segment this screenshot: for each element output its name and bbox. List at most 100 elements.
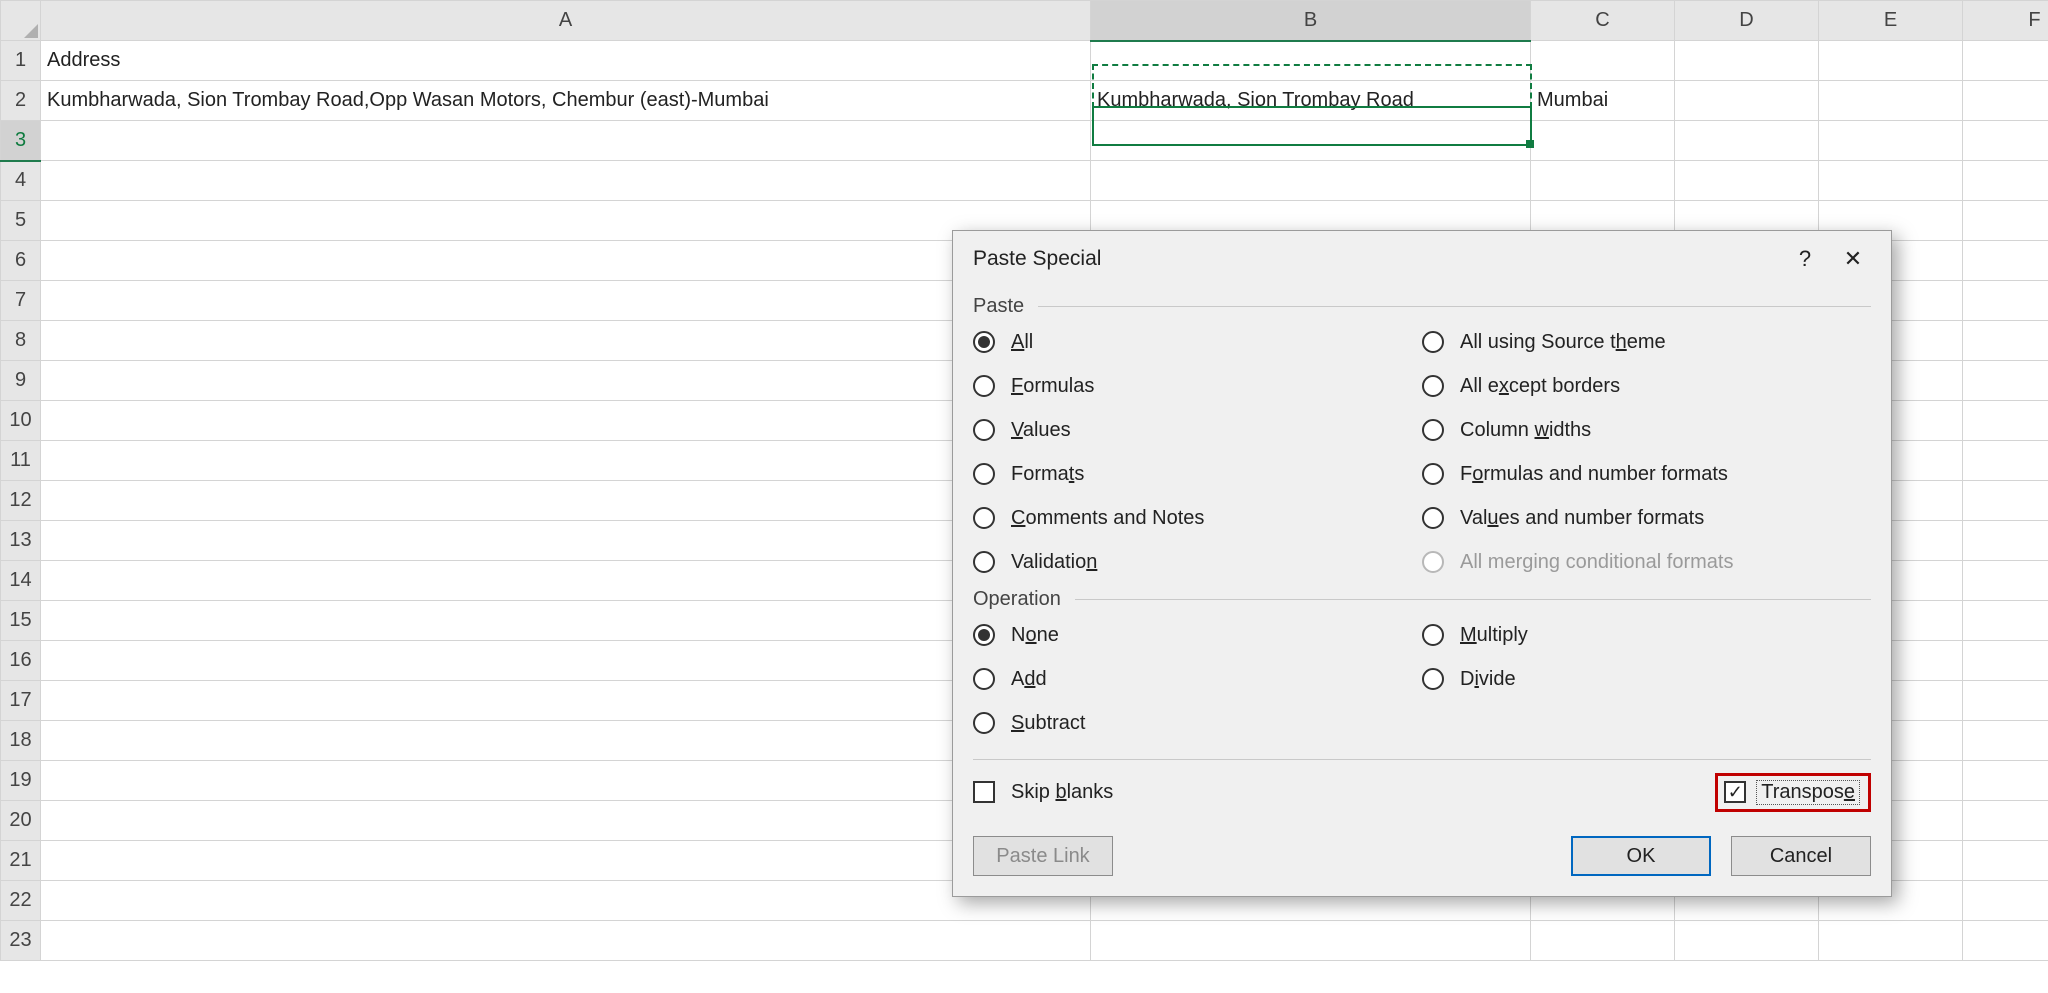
radio-values[interactable]: Values — [973, 408, 1422, 452]
row-header-1[interactable]: 1 — [1, 41, 41, 81]
cell-A22[interactable] — [41, 881, 1091, 921]
row-header-20[interactable]: 20 — [1, 801, 41, 841]
cell-D2[interactable] — [1675, 81, 1819, 121]
cell-E23[interactable] — [1819, 921, 1963, 961]
cell-A11[interactable] — [41, 441, 1091, 481]
cell-D3[interactable] — [1675, 121, 1819, 161]
radio-comments[interactable]: Comments and Notes — [973, 496, 1422, 540]
cell-F11[interactable] — [1963, 441, 2048, 481]
radio-sub[interactable]: Subtract — [973, 701, 1422, 745]
cell-A16[interactable] — [41, 641, 1091, 681]
radio-colwidths[interactable]: Column widths — [1422, 408, 1871, 452]
cell-C1[interactable] — [1531, 41, 1675, 81]
radio-all[interactable]: All — [973, 320, 1422, 364]
cell-F3[interactable] — [1963, 121, 2048, 161]
row-header-6[interactable]: 6 — [1, 241, 41, 281]
radio-div[interactable]: Divide — [1422, 657, 1871, 701]
close-icon[interactable]: ✕ — [1829, 246, 1877, 272]
row-header-16[interactable]: 16 — [1, 641, 41, 681]
cell-D23[interactable] — [1675, 921, 1819, 961]
radio-valnum[interactable]: Values and number formats — [1422, 496, 1871, 540]
cell-F23[interactable] — [1963, 921, 2048, 961]
ok-button[interactable]: OK — [1571, 836, 1711, 876]
cell-A23[interactable] — [41, 921, 1091, 961]
cell-A2[interactable]: Kumbharwada, Sion Trombay Road,Opp Wasan… — [41, 81, 1091, 121]
row-header-18[interactable]: 18 — [1, 721, 41, 761]
cell-C3[interactable] — [1531, 121, 1675, 161]
cell-B4[interactable] — [1091, 161, 1531, 201]
cell-A18[interactable] — [41, 721, 1091, 761]
col-header-F[interactable]: F — [1963, 1, 2048, 41]
cell-F19[interactable] — [1963, 761, 2048, 801]
cell-D1[interactable] — [1675, 41, 1819, 81]
cell-F8[interactable] — [1963, 321, 2048, 361]
cell-E4[interactable] — [1819, 161, 1963, 201]
row-header-23[interactable]: 23 — [1, 921, 41, 961]
cell-E1[interactable] — [1819, 41, 1963, 81]
select-all-corner[interactable] — [1, 1, 41, 41]
cell-B1[interactable] — [1091, 41, 1531, 81]
row-header-10[interactable]: 10 — [1, 401, 41, 441]
radio-add[interactable]: Add — [973, 657, 1422, 701]
cell-A7[interactable] — [41, 281, 1091, 321]
cell-E3[interactable] — [1819, 121, 1963, 161]
cell-A19[interactable] — [41, 761, 1091, 801]
cell-C2[interactable]: Mumbai — [1531, 81, 1675, 121]
radio-formnum[interactable]: Formulas and number formats — [1422, 452, 1871, 496]
col-header-D[interactable]: D — [1675, 1, 1819, 41]
radio-formats[interactable]: Formats — [973, 452, 1422, 496]
skip-blanks-checkbox[interactable]: Skip blanks — [973, 770, 1113, 814]
radio-mul[interactable]: Multiply — [1422, 613, 1871, 657]
radio-noborders[interactable]: All except borders — [1422, 364, 1871, 408]
cell-A5[interactable] — [41, 201, 1091, 241]
transpose-checkbox[interactable]: Transpose — [1715, 773, 1871, 812]
cell-A14[interactable] — [41, 561, 1091, 601]
row-header-12[interactable]: 12 — [1, 481, 41, 521]
cell-F14[interactable] — [1963, 561, 2048, 601]
row-header-2[interactable]: 2 — [1, 81, 41, 121]
cell-A12[interactable] — [41, 481, 1091, 521]
cell-B23[interactable] — [1091, 921, 1531, 961]
cell-F21[interactable] — [1963, 841, 2048, 881]
cell-A15[interactable] — [41, 601, 1091, 641]
cell-F18[interactable] — [1963, 721, 2048, 761]
radio-none[interactable]: None — [973, 613, 1422, 657]
cell-D4[interactable] — [1675, 161, 1819, 201]
row-header-9[interactable]: 9 — [1, 361, 41, 401]
cell-E2[interactable] — [1819, 81, 1963, 121]
cell-F5[interactable] — [1963, 201, 2048, 241]
cell-F6[interactable] — [1963, 241, 2048, 281]
row-header-13[interactable]: 13 — [1, 521, 41, 561]
cell-A20[interactable] — [41, 801, 1091, 841]
cell-C4[interactable] — [1531, 161, 1675, 201]
cell-A3[interactable] — [41, 121, 1091, 161]
cell-F22[interactable] — [1963, 881, 2048, 921]
row-header-22[interactable]: 22 — [1, 881, 41, 921]
col-header-E[interactable]: E — [1819, 1, 1963, 41]
cell-F20[interactable] — [1963, 801, 2048, 841]
col-header-B[interactable]: B — [1091, 1, 1531, 41]
row-header-3[interactable]: 3 — [1, 121, 41, 161]
row-header-7[interactable]: 7 — [1, 281, 41, 321]
cell-F17[interactable] — [1963, 681, 2048, 721]
cell-F4[interactable] — [1963, 161, 2048, 201]
row-header-4[interactable]: 4 — [1, 161, 41, 201]
cell-B3[interactable] — [1091, 121, 1531, 161]
cell-A13[interactable] — [41, 521, 1091, 561]
cell-A1[interactable]: Address — [41, 41, 1091, 81]
cell-A6[interactable] — [41, 241, 1091, 281]
cancel-button[interactable]: Cancel — [1731, 836, 1871, 876]
radio-srctheme[interactable]: All using Source theme — [1422, 320, 1871, 364]
cell-F2[interactable] — [1963, 81, 2048, 121]
cell-F7[interactable] — [1963, 281, 2048, 321]
radio-validation[interactable]: Validation — [973, 540, 1422, 584]
row-header-14[interactable]: 14 — [1, 561, 41, 601]
cell-A4[interactable] — [41, 161, 1091, 201]
cell-A10[interactable] — [41, 401, 1091, 441]
cell-A8[interactable] — [41, 321, 1091, 361]
cell-F15[interactable] — [1963, 601, 2048, 641]
row-header-19[interactable]: 19 — [1, 761, 41, 801]
cell-F13[interactable] — [1963, 521, 2048, 561]
radio-formulas[interactable]: Formulas — [973, 364, 1422, 408]
row-header-17[interactable]: 17 — [1, 681, 41, 721]
